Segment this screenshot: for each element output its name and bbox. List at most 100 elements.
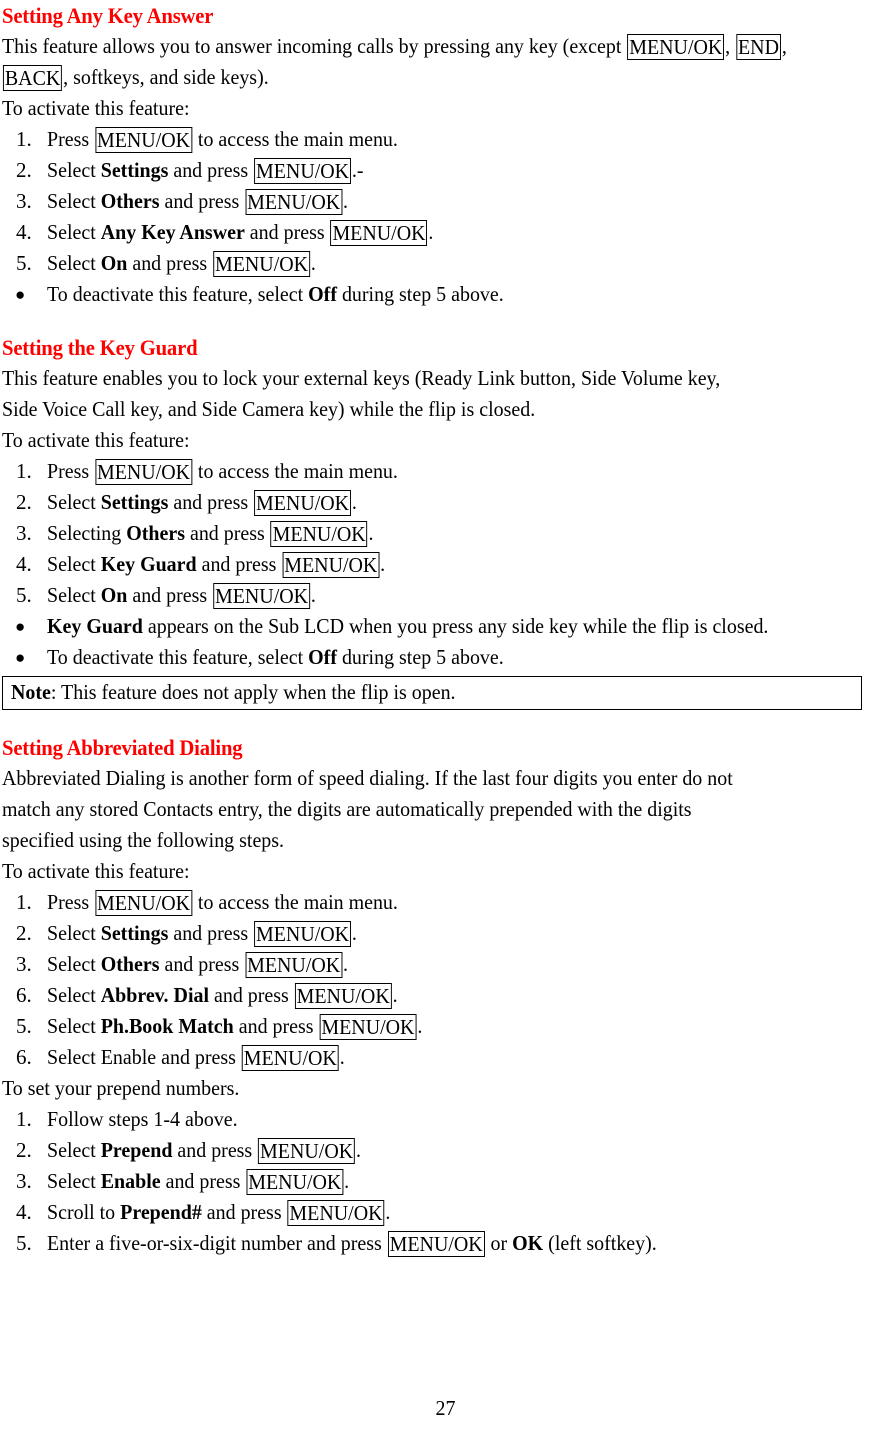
- list-item: 4. Scroll to Prepend# and press MENU/OK.: [2, 1197, 863, 1228]
- bullet-icon: ●: [15, 285, 26, 304]
- softkey-label-ok: OK: [512, 1231, 544, 1255]
- key-label-menu-ok[interactable]: MENU/OK: [95, 459, 192, 485]
- list-item: 3. Selecting Others and press MENU/OK.: [2, 518, 863, 549]
- list-item: 2. Select Settings and press MENU/OK.: [2, 918, 863, 949]
- list-item: 3. Select Others and press MENU/OK.: [2, 949, 863, 980]
- key-label-menu-ok[interactable]: MENU/OK: [254, 490, 351, 516]
- list-item: 1. Press MENU/OK to access the main menu…: [2, 456, 863, 487]
- menu-term: Others: [100, 189, 160, 213]
- list-marker: 4.: [16, 1200, 32, 1224]
- list-item: 5. Select On and press MENU/OK.: [2, 248, 863, 279]
- document-page: Setting Any Key Answer This feature allo…: [0, 0, 891, 1441]
- list-item-text: Select On and press MENU/OK.: [47, 251, 316, 277]
- key-label-menu-ok[interactable]: MENU/OK: [294, 983, 392, 1009]
- menu-term: On: [100, 583, 128, 607]
- key-label-menu-ok[interactable]: MENU/OK: [319, 1014, 417, 1040]
- list-marker: 5.: [16, 583, 32, 607]
- list-marker: 1.: [16, 1107, 32, 1131]
- note-text: : This feature does not apply when the f…: [50, 680, 456, 704]
- list-marker: 2.: [16, 158, 32, 182]
- menu-term: Key Guard: [100, 552, 197, 576]
- menu-term: Settings: [100, 921, 169, 945]
- intro-text: This feature allows you to answer incomi…: [2, 34, 627, 58]
- list-marker: 4.: [16, 552, 32, 576]
- key-label-menu-ok[interactable]: MENU/OK: [627, 34, 725, 60]
- key-label-menu-ok[interactable]: MENU/OK: [95, 890, 192, 916]
- key-label-menu-ok[interactable]: MENU/OK: [246, 1169, 344, 1195]
- list-marker: 6.: [16, 983, 32, 1007]
- key-label-back[interactable]: BACK: [2, 65, 63, 91]
- list-item-text: Select Any Key Answer and press MENU/OK.: [47, 220, 434, 246]
- page-number: 27: [435, 1396, 456, 1420]
- menu-term: Others: [126, 521, 185, 545]
- list-item-text: Press MENU/OK to access the main menu.: [47, 890, 398, 916]
- key-label-menu-ok[interactable]: MENU/OK: [282, 552, 380, 578]
- list-marker: 5.: [16, 1231, 32, 1255]
- key-label-menu-ok[interactable]: MENU/OK: [330, 220, 428, 246]
- list-item-text: Scroll to Prepend# and press MENU/OK.: [47, 1200, 391, 1226]
- key-label-menu-ok[interactable]: MENU/OK: [245, 189, 343, 215]
- key-label-menu-ok[interactable]: MENU/OK: [254, 158, 351, 184]
- intro-separator: ,: [725, 34, 736, 58]
- list-marker: 6.: [16, 1045, 32, 1069]
- list-item: 5. Enter a five-or-six-digit number and …: [2, 1228, 863, 1259]
- key-label-end[interactable]: END: [736, 34, 781, 60]
- list-marker: 2.: [16, 1138, 32, 1162]
- list-item-text: Follow steps 1-4 above.: [47, 1107, 238, 1131]
- list-marker: 1.: [16, 459, 32, 483]
- key-label-menu-ok[interactable]: MENU/OK: [245, 952, 343, 978]
- bullet-item: ● Key Guard appears on the Sub LCD when …: [2, 611, 863, 642]
- key-label-menu-ok[interactable]: MENU/OK: [241, 1045, 339, 1071]
- list-item-text: Select Key Guard and press MENU/OK.: [47, 552, 386, 578]
- section-intro-line: This feature enables you to lock your ex…: [2, 366, 721, 390]
- list-marker: 1.: [16, 127, 32, 151]
- bullet-icon: ●: [15, 617, 26, 636]
- list-item: 4. Select Any Key Answer and press MENU/…: [2, 217, 863, 248]
- menu-term: Prepend#: [120, 1200, 202, 1224]
- bullet-item: ● To deactivate this feature, select Off…: [2, 642, 863, 673]
- key-label-menu-ok[interactable]: MENU/OK: [95, 127, 192, 153]
- list-marker: 1.: [16, 890, 32, 914]
- section-intro-line: specified using the following steps.: [2, 828, 285, 852]
- section-heading-key-guard: Setting the Key Guard: [2, 335, 198, 360]
- list-marker: 3.: [16, 189, 32, 213]
- activate-label: To activate this feature:: [2, 96, 190, 120]
- list-item-text: Select Others and press MENU/OK.: [47, 952, 349, 978]
- list-marker: 3.: [16, 1169, 32, 1193]
- list-item: 3. Select Others and press MENU/OK.: [2, 186, 863, 217]
- activate-label: To activate this feature:: [2, 428, 190, 452]
- list-item: 6. Select Enable and press MENU/OK.: [2, 1042, 863, 1073]
- key-label-menu-ok[interactable]: MENU/OK: [387, 1231, 485, 1257]
- menu-term: Key Guard: [47, 614, 143, 638]
- list-marker: 2.: [16, 490, 32, 514]
- list-item: 1. Follow steps 1-4 above.: [2, 1104, 863, 1135]
- menu-term: Enable: [100, 1169, 161, 1193]
- menu-term: Settings: [100, 490, 169, 514]
- list-item: 2. Select Prepend and press MENU/OK.: [2, 1135, 863, 1166]
- bullet-item-text: Key Guard appears on the Sub LCD when yo…: [47, 614, 769, 638]
- bullet-item-text: To deactivate this feature, select Off d…: [47, 282, 504, 306]
- list-item: 2. Select Settings and press MENU/OK.: [2, 487, 863, 518]
- list-item-text: Select Settings and press MENU/OK.: [47, 490, 357, 516]
- menu-term: Prepend: [100, 1138, 173, 1162]
- list-item-text: Selecting Others and press MENU/OK.: [47, 521, 374, 547]
- menu-term: Settings: [100, 158, 169, 182]
- intro-trailing: ,: [781, 34, 787, 58]
- list-marker: 5.: [16, 1014, 32, 1038]
- bullet-item-text: To deactivate this feature, select Off d…: [47, 645, 504, 669]
- key-label-menu-ok[interactable]: MENU/OK: [213, 251, 310, 277]
- key-label-menu-ok[interactable]: MENU/OK: [287, 1200, 385, 1226]
- key-label-menu-ok[interactable]: MENU/OK: [213, 583, 310, 609]
- list-item: 5. Select On and press MENU/OK.: [2, 580, 863, 611]
- section-intro-line: match any stored Contacts entry, the dig…: [2, 797, 692, 821]
- key-label-menu-ok[interactable]: MENU/OK: [254, 921, 351, 947]
- menu-term: Off: [308, 282, 337, 306]
- key-label-menu-ok[interactable]: MENU/OK: [258, 1138, 356, 1164]
- list-item: 4. Select Key Guard and press MENU/OK.: [2, 549, 863, 580]
- section-intro-line: Abbreviated Dialing is another form of s…: [2, 766, 733, 790]
- menu-term: Others: [100, 952, 160, 976]
- bullet-item: ● To deactivate this feature, select Off…: [2, 279, 863, 310]
- key-label-menu-ok[interactable]: MENU/OK: [270, 521, 368, 547]
